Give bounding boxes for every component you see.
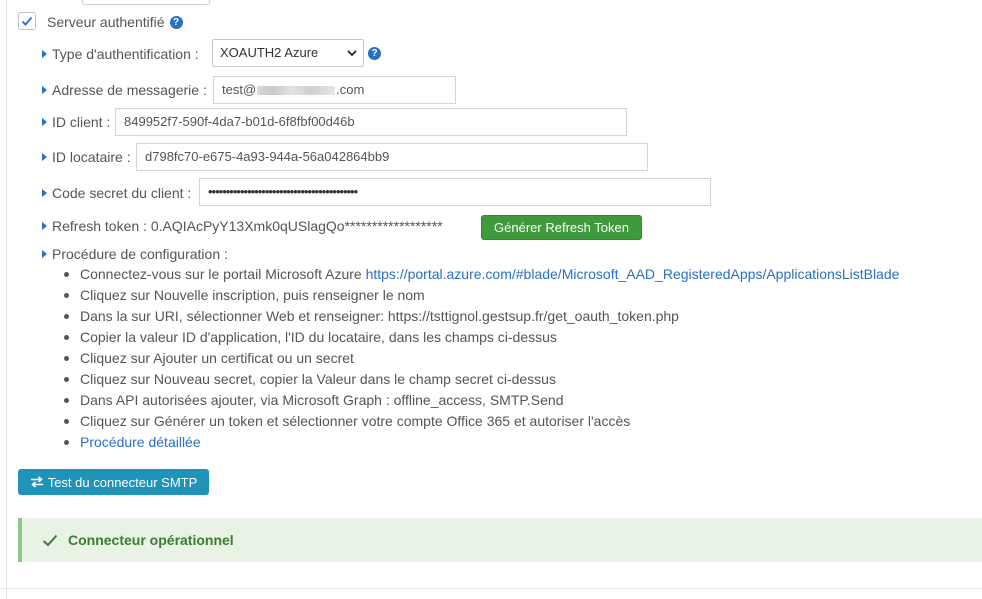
step-text: Cliquez sur Nouveau secret, copier la Va… xyxy=(80,371,556,387)
list-item: Cliquez sur Ajouter un certificat ou un … xyxy=(62,348,899,369)
status-alert: Connecteur opérationnel xyxy=(18,518,982,562)
caret-right-icon xyxy=(42,50,47,58)
client-secret-value: ••••••••••••••••••••••••••••••••••••••••… xyxy=(208,184,358,199)
step-text: Cliquez sur Nouvelle inscription, puis r… xyxy=(80,287,425,303)
procedure-steps-list: Connectez-vous sur le portail Microsoft … xyxy=(62,264,899,453)
procedure-row: Procédure de configuration : xyxy=(42,245,228,263)
list-item: Connectez-vous sur le portail Microsoft … xyxy=(62,264,899,285)
status-alert-text: Connecteur opérationnel xyxy=(68,532,234,548)
tenant-id-row: ID locataire : xyxy=(42,148,131,166)
list-item: Copier la valeur ID d'application, l'ID … xyxy=(62,327,899,348)
email-value-prefix: test@ xyxy=(222,82,257,97)
redacted-domain xyxy=(257,86,336,96)
azure-portal-link[interactable]: https://portal.azure.com/#blade/Microsof… xyxy=(366,266,900,282)
client-secret-row: Code secret du client : xyxy=(42,184,191,202)
test-smtp-label: Test du connecteur SMTP xyxy=(47,474,198,490)
step-text: Copier la valeur ID d'application, l'ID … xyxy=(80,329,557,345)
auth-type-help-icon[interactable]: ? xyxy=(368,47,381,60)
caret-right-icon xyxy=(42,189,47,197)
client-id-row: ID client : xyxy=(42,113,110,131)
authenticated-server-row: Serveur authentifié ? xyxy=(47,13,183,31)
tenant-id-label: ID locataire : xyxy=(52,149,131,165)
list-item: Cliquez sur Nouvelle inscription, puis r… xyxy=(62,285,899,306)
refresh-token-label: Refresh token : 0.AQIAcPyY13Xmk0qUSlagQo… xyxy=(52,218,443,234)
list-item: Cliquez sur Nouveau secret, copier la Va… xyxy=(62,369,899,390)
auth-type-row: Type d'authentification : xyxy=(42,45,199,63)
help-icon[interactable]: ? xyxy=(169,15,183,29)
list-item: Cliquez sur Générer un token et sélectio… xyxy=(62,411,899,432)
tenant-id-field[interactable]: d798fc70-e675-4a93-944a-56a042864bb9 xyxy=(136,143,648,171)
caret-right-icon xyxy=(42,250,47,258)
client-id-label: ID client : xyxy=(52,114,111,130)
step-text: Connectez-vous sur le portail Microsoft … xyxy=(80,266,366,282)
email-row: Adresse de messagerie : xyxy=(42,81,207,99)
list-item: Dans la sur URI, sélectionner Web et ren… xyxy=(62,306,899,327)
authenticated-server-label: Serveur authentifié xyxy=(47,14,165,30)
step-text: Dans la sur URI, sélectionner Web et ren… xyxy=(80,308,679,324)
list-item: Procédure détaillée xyxy=(62,432,899,453)
auth-type-label: Type d'authentification : xyxy=(52,46,199,62)
tenant-id-value: d798fc70-e675-4a93-944a-56a042864bb9 xyxy=(145,149,390,164)
step-text: Cliquez sur Ajouter un certificat ou un … xyxy=(80,350,354,366)
divider xyxy=(0,588,982,589)
test-smtp-button[interactable]: Test du connecteur SMTP xyxy=(18,469,209,495)
step-text: Dans API autorisées ajouter, via Microso… xyxy=(80,392,564,408)
authenticated-server-checkbox[interactable] xyxy=(18,12,36,30)
left-border xyxy=(6,0,7,599)
email-label: Adresse de messagerie : xyxy=(52,82,207,98)
procedure-label: Procédure de configuration : xyxy=(52,246,228,262)
client-secret-field[interactable]: ••••••••••••••••••••••••••••••••••••••••… xyxy=(199,178,711,206)
chevron-down-icon xyxy=(347,50,357,57)
auth-type-select[interactable]: XOAUTH2 Azure xyxy=(212,39,364,67)
client-secret-label: Code secret du client : xyxy=(52,185,192,201)
detailed-procedure-link[interactable]: Procédure détaillée xyxy=(80,434,201,450)
refresh-token-row: Refresh token : 0.AQIAcPyY13Xmk0qUSlagQo… xyxy=(42,217,443,235)
caret-right-icon xyxy=(42,222,47,230)
caret-right-icon xyxy=(42,86,47,94)
caret-right-icon xyxy=(42,153,47,161)
email-value-suffix: .com xyxy=(336,82,365,97)
check-icon xyxy=(42,534,58,546)
client-id-value: 849952f7-590f-4da7-b01d-6f8fbf00d46b xyxy=(124,114,355,129)
caret-right-icon xyxy=(42,118,47,126)
client-id-field[interactable]: 849952f7-590f-4da7-b01d-6f8fbf00d46b xyxy=(115,108,627,136)
checkmark-icon xyxy=(21,16,33,26)
auth-type-value: XOAUTH2 Azure xyxy=(220,45,319,60)
list-item: Dans API autorisées ajouter, via Microso… xyxy=(62,390,899,411)
exchange-arrows-icon xyxy=(30,476,43,488)
previous-field-edge xyxy=(82,0,210,5)
email-field[interactable]: test@ .com xyxy=(213,76,456,104)
step-text: Cliquez sur Générer un token et sélectio… xyxy=(80,413,631,429)
generate-refresh-token-button[interactable]: Générer Refresh Token xyxy=(481,215,642,240)
